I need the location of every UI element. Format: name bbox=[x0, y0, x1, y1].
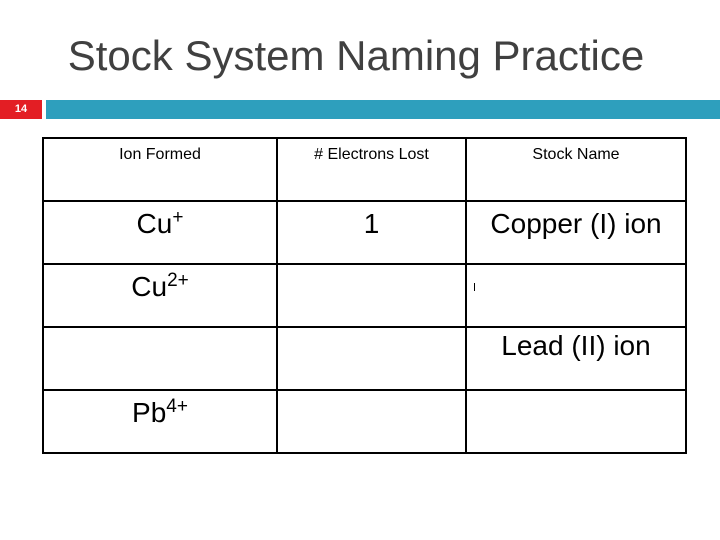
table-header-row: Ion Formed # Electrons Lost Stock Name bbox=[42, 137, 687, 202]
header-accent-bar bbox=[46, 100, 720, 119]
header-stock-name: Stock Name bbox=[465, 137, 687, 202]
electrons-cell[interactable]: 1 bbox=[276, 200, 467, 265]
table-row: Cu+ 1 Copper (I) ion bbox=[42, 200, 687, 265]
table-row: Pb4+ bbox=[42, 389, 687, 454]
ion-symbol: Cu+ bbox=[136, 207, 184, 239]
ion-symbol: Cu2+ bbox=[131, 270, 189, 302]
stock-name-cell[interactable]: Copper (I) ion bbox=[465, 200, 687, 265]
ion-symbol: Pb4+ bbox=[132, 396, 188, 428]
electrons-cell[interactable] bbox=[276, 326, 467, 391]
header-ion-formed: Ion Formed bbox=[42, 137, 278, 202]
ion-cell[interactable] bbox=[42, 326, 278, 391]
ion-charge: 2+ bbox=[167, 270, 189, 291]
naming-practice-table: Ion Formed # Electrons Lost Stock Name C… bbox=[42, 137, 687, 454]
electrons-cell[interactable] bbox=[276, 389, 467, 454]
slide-number-badge: 14 bbox=[0, 100, 42, 119]
stock-name-cell[interactable] bbox=[465, 263, 687, 328]
stock-name-cell[interactable]: Lead (II) ion bbox=[465, 326, 687, 391]
ion-cell[interactable]: Cu2+ bbox=[42, 263, 278, 328]
header-electrons-lost: # Electrons Lost bbox=[276, 137, 467, 202]
table-row: Cu2+ bbox=[42, 263, 687, 328]
stock-name-cell[interactable] bbox=[465, 389, 687, 454]
ion-cell[interactable]: Pb4+ bbox=[42, 389, 278, 454]
ion-charge: 4+ bbox=[166, 396, 188, 417]
electrons-cell[interactable] bbox=[276, 263, 467, 328]
ion-charge: + bbox=[172, 207, 184, 228]
slide-title: Stock System Naming Practice bbox=[67, 32, 645, 79]
ion-cell[interactable]: Cu+ bbox=[42, 200, 278, 265]
text-cursor bbox=[474, 283, 475, 291]
table-row: Lead (II) ion bbox=[42, 326, 687, 391]
